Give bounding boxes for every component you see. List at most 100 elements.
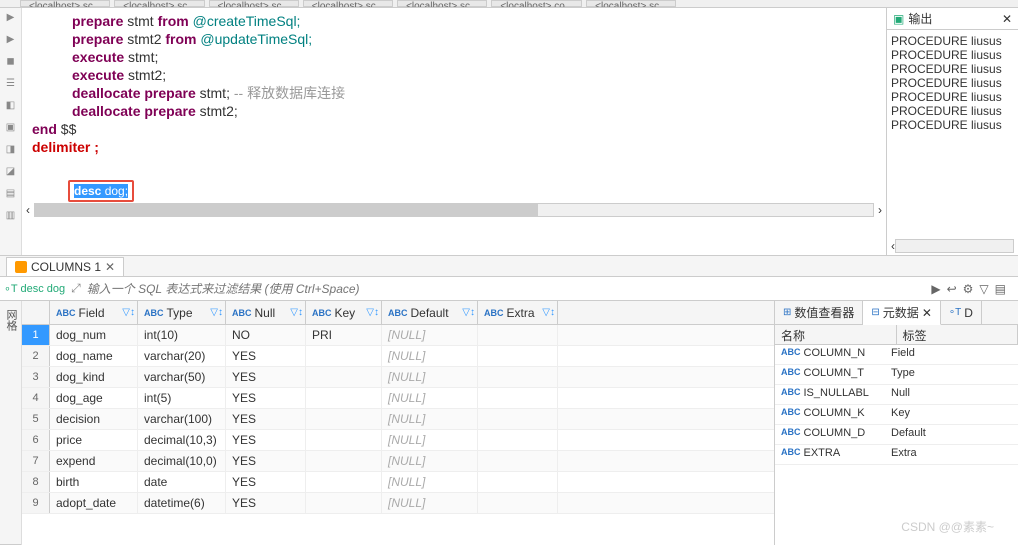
meta-row[interactable]: ABCCOLUMN_DDefault	[775, 425, 1018, 445]
column-header[interactable]: ABCDefault▽↕	[382, 301, 478, 324]
cell[interactable]	[306, 367, 382, 387]
editor-tab[interactable]: <localhost> sc...	[209, 0, 299, 7]
cell[interactable]: [NULL]	[382, 325, 478, 345]
cell[interactable]: decimal(10,3)	[138, 430, 226, 450]
editor-tab[interactable]: <localhost> co...	[491, 0, 582, 7]
tool-icon[interactable]: ☰	[3, 78, 19, 94]
cell[interactable]	[306, 472, 382, 492]
cell[interactable]: [NULL]	[382, 346, 478, 366]
row-number[interactable]: 1	[22, 325, 50, 345]
cell[interactable]: YES	[226, 430, 306, 450]
table-row[interactable]: 6pricedecimal(10,3)YES[NULL]	[22, 430, 774, 451]
table-row[interactable]: 7expenddecimal(10,0)YES [NULL]	[22, 451, 774, 472]
cell[interactable]	[478, 430, 558, 450]
row-number[interactable]: 5	[22, 409, 50, 429]
cell[interactable]	[306, 409, 382, 429]
cell[interactable]: [NULL]	[382, 451, 478, 471]
cell[interactable]: YES	[226, 388, 306, 408]
cell[interactable]	[478, 493, 558, 513]
cell[interactable]: YES	[226, 451, 306, 471]
tool-icon[interactable]: ▤	[3, 188, 19, 204]
cell[interactable]: decimal(10,0)	[138, 451, 226, 471]
cell[interactable]: price	[50, 430, 138, 450]
tool-icon[interactable]: ◨	[3, 144, 19, 160]
tool-icon[interactable]: ▶	[3, 34, 19, 50]
column-header[interactable]: ABCType▽↕	[138, 301, 226, 324]
editor-tab[interactable]: <localhost> sc...	[303, 0, 393, 7]
cell[interactable]: date	[138, 472, 226, 492]
cell[interactable]	[306, 388, 382, 408]
cell[interactable]: [NULL]	[382, 409, 478, 429]
cell[interactable]: datetime(6)	[138, 493, 226, 513]
table-row[interactable]: 5decisionvarchar(100)YES[NULL]	[22, 409, 774, 430]
column-header[interactable]: ABCNull▽↕	[226, 301, 306, 324]
close-icon[interactable]: ✕	[1002, 12, 1012, 26]
cell[interactable]: [NULL]	[382, 493, 478, 513]
tool-icon[interactable]: ▣	[3, 122, 19, 138]
tool-icon[interactable]: ◧	[3, 100, 19, 116]
cell[interactable]	[478, 367, 558, 387]
gear-icon[interactable]: ⚙	[963, 282, 974, 296]
cell[interactable]: varchar(20)	[138, 346, 226, 366]
nav-icon[interactable]: ↩	[947, 282, 957, 296]
row-number[interactable]: 7	[22, 451, 50, 471]
cell[interactable]: YES	[226, 367, 306, 387]
cell[interactable]: int(5)	[138, 388, 226, 408]
cell[interactable]: YES	[226, 346, 306, 366]
cell[interactable]: decision	[50, 409, 138, 429]
cell[interactable]: [NULL]	[382, 388, 478, 408]
meta-row[interactable]: ABCCOLUMN_NField	[775, 345, 1018, 365]
cell[interactable]: dog_num	[50, 325, 138, 345]
filter-icon[interactable]: ▽↕	[210, 307, 223, 318]
cell[interactable]: birth	[50, 472, 138, 492]
scrollbar-track[interactable]	[34, 203, 874, 217]
editor-tab[interactable]: <localhost> sc...	[20, 0, 110, 7]
editor-tab[interactable]: <localhost> sc...	[586, 0, 676, 7]
meta-row[interactable]: ABCCOLUMN_TType	[775, 365, 1018, 385]
columns-icon[interactable]: ▤	[995, 282, 1006, 296]
filter-icon[interactable]: ▽↕	[290, 307, 303, 318]
meta-row[interactable]: ABCIS_NULLABLNull	[775, 385, 1018, 405]
cell[interactable]: NO	[226, 325, 306, 345]
cell[interactable]	[306, 346, 382, 366]
cell[interactable]: YES	[226, 472, 306, 492]
editor-tab[interactable]: <localhost> sc...	[397, 0, 487, 7]
cell[interactable]: YES	[226, 409, 306, 429]
cell[interactable]: [NULL]	[382, 367, 478, 387]
cell[interactable]	[478, 472, 558, 492]
filter-input[interactable]	[87, 282, 926, 296]
filter-icon[interactable]: ▽	[979, 282, 988, 296]
scrollbar[interactable]	[895, 239, 1014, 253]
filter-icon[interactable]: ▽↕	[366, 307, 379, 318]
row-number[interactable]: 9	[22, 493, 50, 513]
editor-tab[interactable]: <localhost> sc...	[114, 0, 204, 7]
cell[interactable]: [NULL]	[382, 472, 478, 492]
row-number[interactable]: 4	[22, 388, 50, 408]
run-icon[interactable]: ▶	[931, 282, 940, 296]
row-number[interactable]: 2	[22, 346, 50, 366]
close-icon[interactable]: ✕	[922, 306, 932, 320]
tool-icon[interactable]: ◼	[3, 56, 19, 72]
cell[interactable]	[478, 325, 558, 345]
row-number[interactable]: 8	[22, 472, 50, 492]
cell[interactable]: PRI	[306, 325, 382, 345]
cell[interactable]: expend	[50, 451, 138, 471]
run-icon[interactable]: ▶	[3, 12, 19, 28]
cell[interactable]	[478, 409, 558, 429]
filter-icon[interactable]: ▽↕	[122, 307, 135, 318]
cell[interactable]: dog_name	[50, 346, 138, 366]
tool-icon[interactable]: ▥	[3, 210, 19, 226]
tab-value-viewer[interactable]: ⊞数值查看器	[775, 301, 863, 324]
row-number[interactable]: 3	[22, 367, 50, 387]
filter-icon[interactable]: ▽↕	[542, 307, 555, 318]
cell[interactable]	[306, 430, 382, 450]
scroll-left-icon[interactable]: ‹	[26, 203, 30, 217]
cell[interactable]	[478, 388, 558, 408]
view-tab[interactable]: 文本	[0, 301, 1, 545]
cell[interactable]: varchar(50)	[138, 367, 226, 387]
close-icon[interactable]: ✕	[105, 260, 115, 274]
cell[interactable]	[478, 451, 558, 471]
cell[interactable]: int(10)	[138, 325, 226, 345]
cell[interactable]: adopt_date	[50, 493, 138, 513]
table-row[interactable]: 1dog_numint(10)NOPRI[NULL]	[22, 325, 774, 346]
